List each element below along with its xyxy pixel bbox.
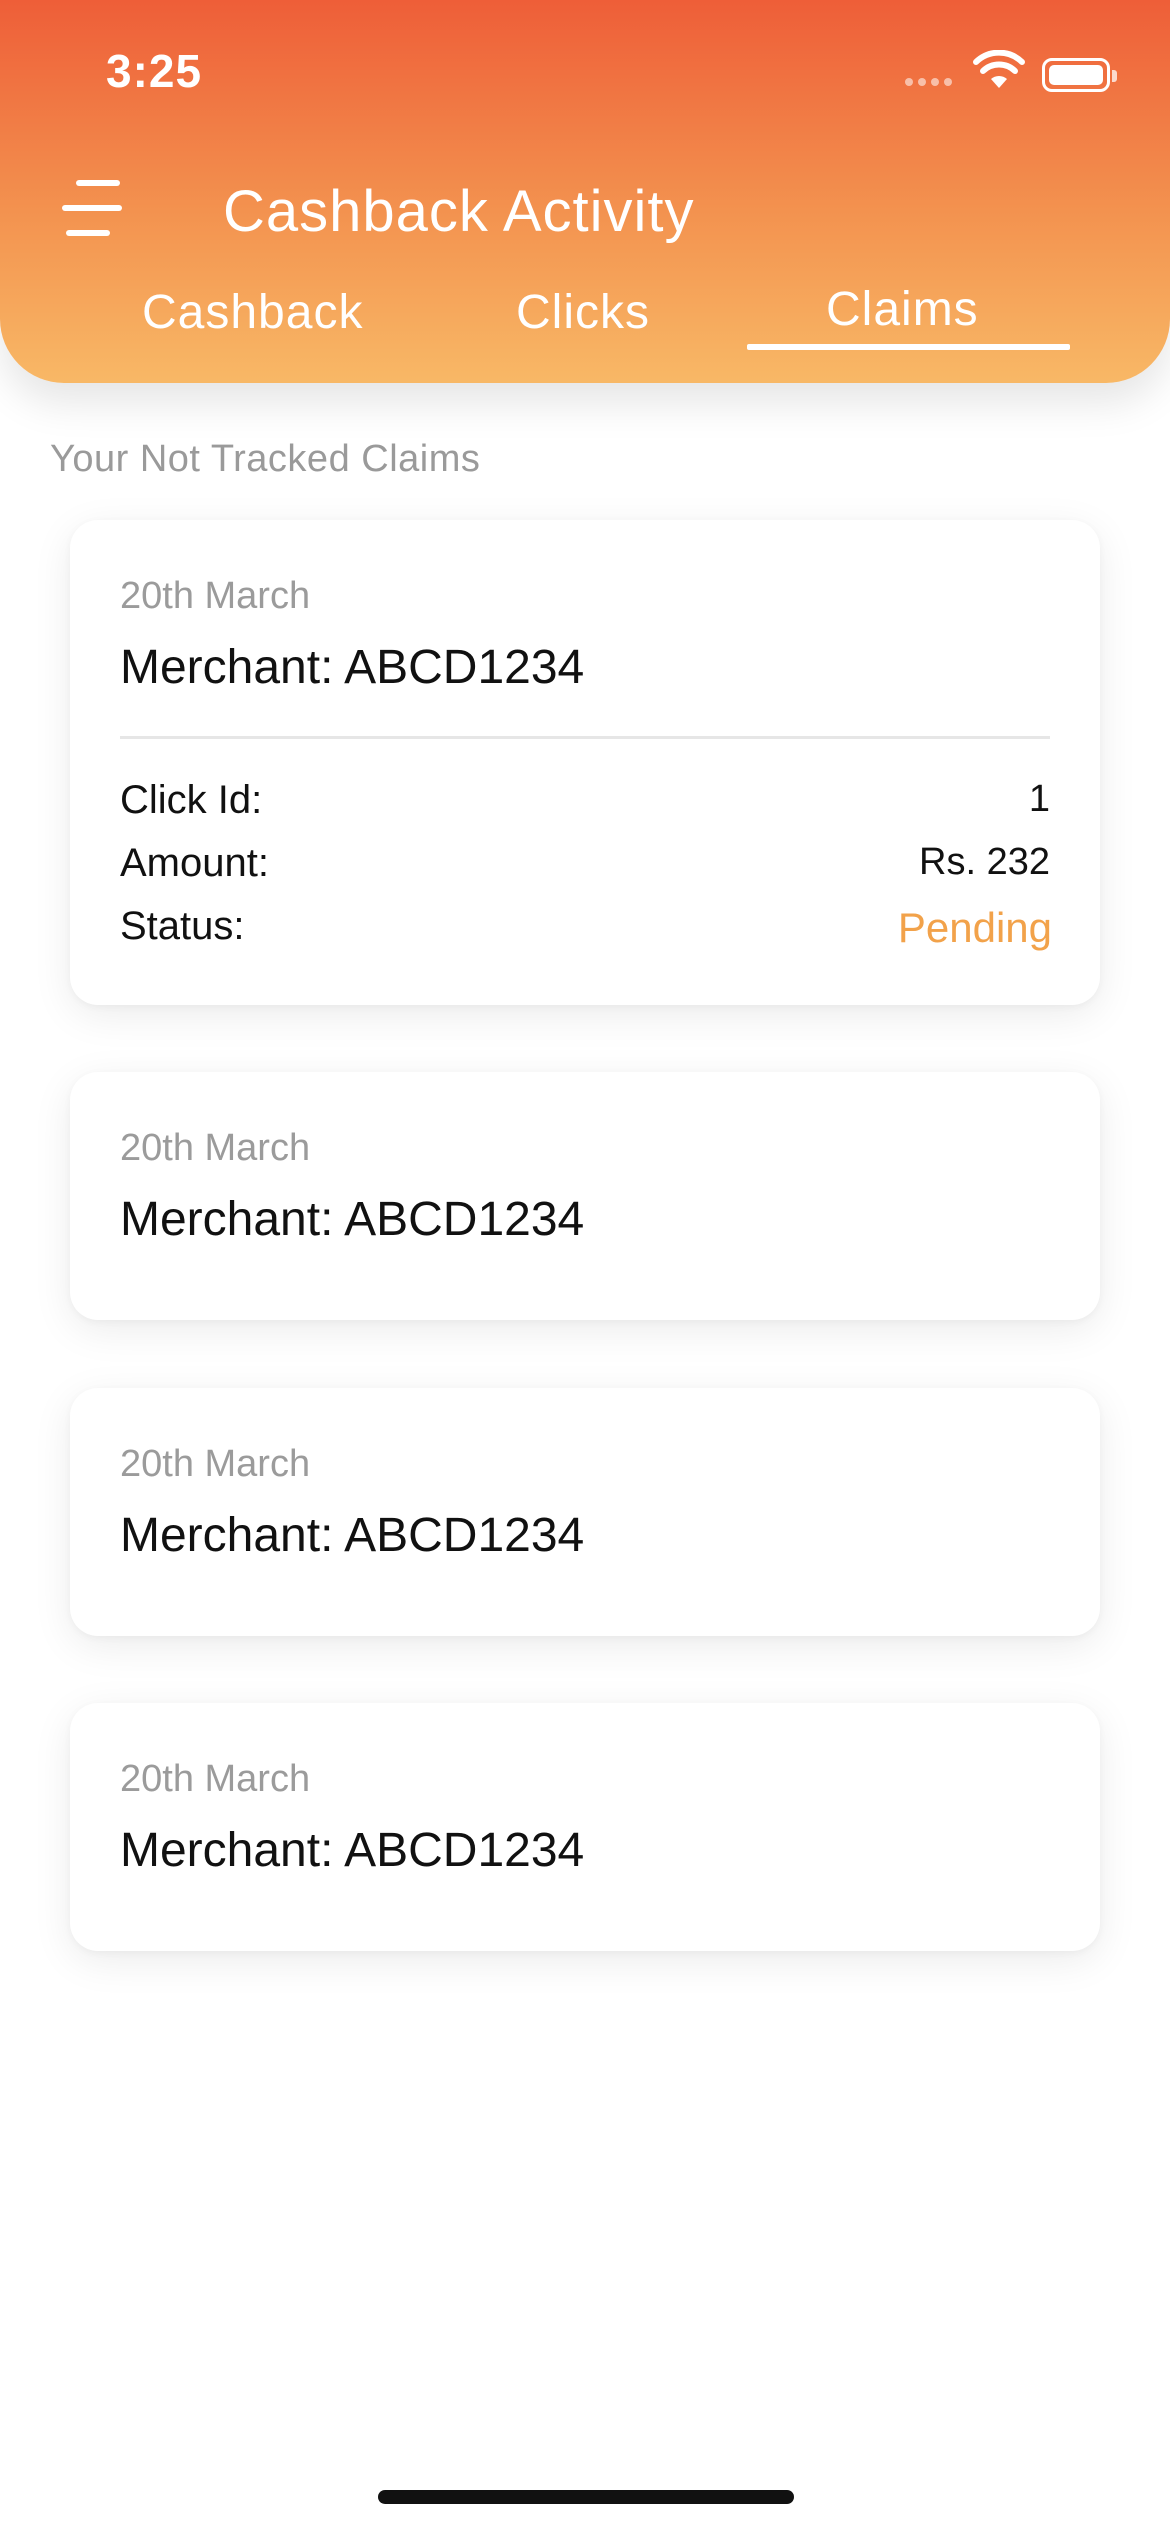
- cellular-signal-icon: [905, 78, 952, 86]
- amount-value: Rs. 232: [919, 841, 1050, 883]
- claim-date: 20th March: [120, 1758, 311, 1800]
- click-id-value: 1: [1028, 778, 1050, 820]
- home-indicator[interactable]: [378, 2490, 794, 2504]
- page-title: Cashback Activity: [223, 179, 695, 244]
- amount-label: Amount:: [120, 841, 269, 885]
- claim-date: 20th March: [120, 1127, 311, 1169]
- claim-card[interactable]: 20th March Merchant: ABCD1234 Click Id: …: [70, 520, 1100, 1005]
- claim-merchant: Merchant: ABCD1234: [120, 1824, 585, 1877]
- claim-merchant: Merchant: ABCD1234: [120, 641, 585, 694]
- tab-claims[interactable]: Claims: [826, 282, 979, 337]
- wifi-icon: [973, 50, 1025, 88]
- claim-card[interactable]: 20th March Merchant: ABCD1234: [70, 1072, 1100, 1320]
- claim-merchant: Merchant: ABCD1234: [120, 1509, 585, 1562]
- status-value: Pending: [897, 904, 1052, 951]
- divider: [120, 736, 1050, 739]
- status-time: 3:25: [106, 45, 203, 97]
- battery-icon: [1042, 58, 1117, 92]
- claim-card[interactable]: 20th March Merchant: ABCD1234: [70, 1703, 1100, 1951]
- menu-icon[interactable]: [60, 178, 126, 238]
- tab-clicks[interactable]: Clicks: [516, 285, 650, 340]
- screen: 3:25 Cashback Activity Cashback Clicks C…: [0, 0, 1170, 2532]
- section-label: Your Not Tracked Claims: [50, 438, 481, 480]
- active-tab-indicator: [747, 344, 1070, 350]
- header: 3:25 Cashback Activity Cashback Clicks C…: [0, 0, 1170, 383]
- claim-date: 20th March: [120, 1443, 311, 1485]
- click-id-label: Click Id:: [120, 778, 263, 822]
- status-label: Status:: [120, 904, 245, 948]
- claim-card[interactable]: 20th March Merchant: ABCD1234: [70, 1388, 1100, 1636]
- claim-merchant: Merchant: ABCD1234: [120, 1193, 585, 1246]
- claim-date: 20th March: [120, 575, 311, 617]
- tab-cashback[interactable]: Cashback: [142, 285, 363, 340]
